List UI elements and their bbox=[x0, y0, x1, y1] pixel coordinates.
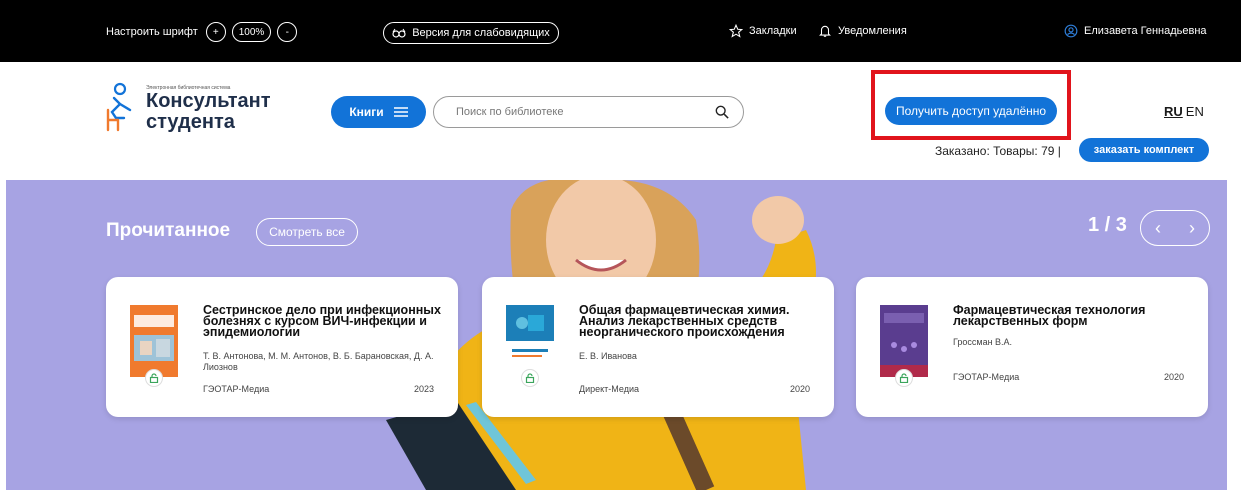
book-title[interactable]: Общая фармацевтическая химия. Анализ лек… bbox=[579, 304, 819, 339]
bell-icon bbox=[819, 25, 831, 37]
remote-access-button[interactable]: Получить доступ удалённо bbox=[885, 97, 1057, 125]
book-authors: Т. В. Антонова, М. М. Антонов, В. Б. Бар… bbox=[203, 351, 434, 372]
top-bar: Настроить шрифт + 100% - Версия для слаб… bbox=[0, 0, 1241, 62]
book-authors: Гроссман В.А. bbox=[953, 337, 1013, 347]
bookmarks-label: Закладки bbox=[749, 25, 797, 37]
search-icon[interactable] bbox=[715, 105, 729, 119]
hamburger-icon bbox=[393, 107, 408, 117]
search-input[interactable] bbox=[456, 106, 715, 118]
low-vision-label: Версия для слабовидящих bbox=[412, 27, 550, 39]
low-vision-version-button[interactable]: Версия для слабовидящих bbox=[383, 22, 559, 44]
book-publisher: ГЭОТАР-Медиа bbox=[953, 372, 1020, 382]
book-card[interactable]: Фармацевтическая технология лекарственны… bbox=[856, 277, 1208, 417]
logo-icon bbox=[106, 82, 132, 132]
font-settings: Настроить шрифт + 100% - bbox=[106, 22, 298, 42]
lock-open-icon bbox=[521, 369, 539, 387]
chevron-left-icon[interactable]: ‹ bbox=[1155, 218, 1161, 239]
carousel-pager: 1 / 3 bbox=[1088, 214, 1127, 236]
logo-line-2: студента bbox=[146, 111, 235, 133]
carousel-nav: ‹ › bbox=[1140, 210, 1210, 246]
read-section-title: Прочитанное bbox=[106, 220, 231, 241]
book-authors: Е. В. Иванова bbox=[579, 351, 637, 361]
header: Электронная библиотечная система Консуль… bbox=[0, 62, 1241, 180]
book-cover bbox=[130, 305, 178, 377]
book-cover bbox=[506, 305, 554, 377]
font-zoom-level[interactable]: 100% bbox=[231, 22, 272, 42]
notifications-label: Уведомления bbox=[838, 25, 907, 37]
user-name: Елизавета Геннадьевна bbox=[1084, 25, 1207, 37]
hero-banner: Прочитанное Смотреть все 1 / 3 ‹ › Сестр… bbox=[6, 180, 1227, 490]
book-publisher: Директ-Медиа bbox=[579, 384, 639, 394]
chevron-right-icon[interactable]: › bbox=[1189, 218, 1195, 239]
language-switcher: RU EN bbox=[1164, 104, 1204, 119]
book-card[interactable]: Сестринское дело при инфекционных болезн… bbox=[106, 277, 458, 417]
bookmarks-link[interactable]: Закладки bbox=[729, 24, 797, 38]
order-kit-button[interactable]: заказать комплект bbox=[1079, 138, 1209, 162]
book-publisher: ГЭОТАР-Медиа bbox=[203, 384, 270, 394]
lock-open-icon bbox=[145, 369, 163, 387]
star-icon bbox=[729, 24, 743, 38]
search-box bbox=[433, 96, 744, 128]
logo[interactable]: Электронная библиотечная система Консуль… bbox=[104, 82, 271, 133]
font-increase-button[interactable]: + bbox=[205, 22, 226, 42]
book-year: 2020 bbox=[789, 384, 810, 394]
user-profile-link[interactable]: Елизавета Геннадьевна bbox=[1064, 24, 1207, 38]
books-menu-label: Книги bbox=[349, 105, 384, 119]
book-card[interactable]: Общая фармацевтическая химия. Анализ лек… bbox=[482, 277, 834, 417]
font-decrease-button[interactable]: - bbox=[277, 22, 298, 42]
logo-line-1: Консультант bbox=[146, 90, 271, 112]
top-bar-inner: Настроить шрифт + 100% - Версия для слаб… bbox=[6, 6, 1227, 58]
book-year: 2023 bbox=[413, 384, 434, 394]
book-title[interactable]: Фармацевтическая технология лекарственны… bbox=[953, 304, 1193, 328]
logo-text: Электронная библиотечная система Консуль… bbox=[146, 82, 271, 133]
book-year: 2020 bbox=[1163, 372, 1184, 382]
lang-en[interactable]: EN bbox=[1186, 104, 1204, 119]
glasses-icon bbox=[392, 28, 406, 38]
ordered-summary[interactable]: Заказано: Товары: 79 | bbox=[935, 144, 1061, 158]
lang-ru[interactable]: RU bbox=[1164, 104, 1183, 119]
lock-open-icon bbox=[895, 369, 913, 387]
book-title[interactable]: Сестринское дело при инфекционных болезн… bbox=[203, 304, 443, 339]
notifications-link[interactable]: Уведомления bbox=[818, 24, 907, 38]
book-cover bbox=[880, 305, 928, 377]
font-settings-label: Настроить шрифт bbox=[106, 26, 198, 38]
books-menu-button[interactable]: Книги bbox=[331, 96, 426, 128]
see-all-button[interactable]: Смотреть все bbox=[256, 218, 358, 246]
user-icon bbox=[1064, 24, 1078, 38]
